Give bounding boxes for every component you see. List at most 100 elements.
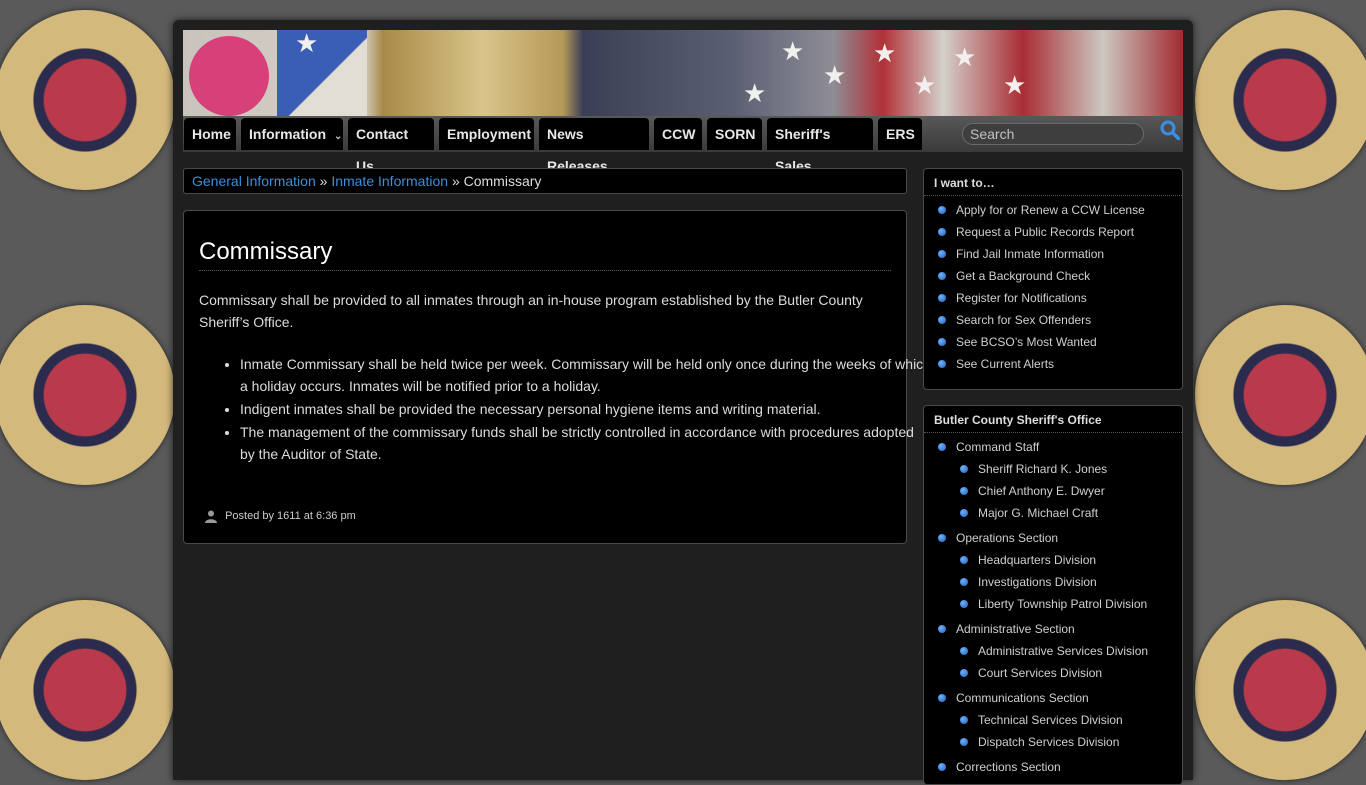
breadcrumb-current: Commissary bbox=[463, 173, 542, 189]
breadcrumb-inmate-information[interactable]: Inmate Information bbox=[331, 173, 448, 189]
sidebar-link[interactable]: Command Staff bbox=[924, 437, 1182, 459]
bullet-icon bbox=[938, 360, 946, 368]
sidebar-link-label: Find Jail Inmate Information bbox=[956, 247, 1105, 261]
background-seal-right-mid bbox=[1195, 305, 1366, 485]
sidebar-link[interactable]: Corrections Section bbox=[924, 757, 1182, 779]
search-input[interactable]: Search bbox=[962, 123, 1144, 145]
sidebar-link-label: Administrative Section bbox=[956, 622, 1075, 636]
sidebar-link[interactable]: Get a Background Check bbox=[924, 266, 1182, 288]
bullet-icon bbox=[938, 250, 946, 258]
bullet-icon bbox=[960, 465, 968, 473]
widget-title: I want to… bbox=[924, 169, 1182, 196]
post-meta: Posted by 1611 at 6:36 pm bbox=[204, 509, 356, 523]
sidebar-link-label: Communications Section bbox=[956, 691, 1089, 705]
sidebar-link-label: Dispatch Services Division bbox=[978, 735, 1120, 749]
background-seal-right-bottom bbox=[1195, 600, 1366, 780]
sidebar-link-label: Search for Sex Offenders bbox=[956, 313, 1092, 327]
sidebar-link-label: Technical Services Division bbox=[978, 713, 1123, 727]
sidebar-link-label: Request a Public Records Report bbox=[956, 225, 1135, 239]
nav-information-label: Information bbox=[249, 126, 326, 142]
sidebar-link-label: Register for Notifications bbox=[956, 291, 1087, 305]
nav-home[interactable]: Home bbox=[184, 118, 236, 150]
breadcrumb: General Information » Inmate Information… bbox=[183, 168, 907, 194]
post-author[interactable]: 1611 bbox=[277, 510, 301, 522]
nav-information[interactable]: Information ⌄ bbox=[241, 118, 343, 150]
sidebar-link[interactable]: Search for Sex Offenders bbox=[924, 310, 1182, 332]
sidebar-link[interactable]: Liberty Township Patrol Division bbox=[924, 594, 1182, 616]
bullet-icon bbox=[960, 578, 968, 586]
sidebar-link-label: Administrative Services Division bbox=[978, 644, 1149, 658]
star-icon: ★ bbox=[1003, 70, 1027, 100]
sidebar-link[interactable]: Administrative Section bbox=[924, 619, 1182, 641]
star-icon: ★ bbox=[823, 60, 847, 90]
list-item: Indigent inmates shall be provided the n… bbox=[240, 398, 932, 420]
sidebar-link[interactable]: Operations Section bbox=[924, 528, 1182, 550]
ohio-flag-field bbox=[277, 30, 367, 116]
sidebar-link-label: Sheriff Richard K. Jones bbox=[978, 462, 1108, 476]
nav-ccw[interactable]: CCW bbox=[654, 118, 702, 150]
sidebar-link[interactable]: Dispatch Services Division bbox=[924, 732, 1182, 754]
nav-news-releases[interactable]: News Releases bbox=[539, 118, 649, 174]
sidebar-link[interactable]: Investigations Division bbox=[924, 572, 1182, 594]
bullet-icon bbox=[960, 556, 968, 564]
star-icon: ★ bbox=[781, 36, 805, 66]
nav-contact-us[interactable]: Contact Us bbox=[348, 118, 434, 174]
star-icon: ★ bbox=[873, 38, 897, 68]
bullet-icon bbox=[960, 647, 968, 655]
sidebar-link[interactable]: Register for Notifications bbox=[924, 288, 1182, 310]
sidebar-link-label: See Current Alerts bbox=[956, 357, 1055, 371]
sidebar-link-label: Corrections Section bbox=[956, 760, 1061, 774]
sidebar-link[interactable]: See Current Alerts bbox=[924, 354, 1182, 376]
nav-sheriffs-sales[interactable]: Sheriff's Sales bbox=[767, 118, 873, 174]
article: Commissary Commissary shall be provided … bbox=[183, 210, 931, 544]
sidebar-link-label: Apply for or Renew a CCW License bbox=[956, 203, 1145, 217]
search-icon[interactable] bbox=[1160, 120, 1180, 140]
header-banner[interactable]: ★ ★ ★ ★ ★ ★ ★ ★ bbox=[183, 30, 1183, 116]
bullet-icon bbox=[960, 600, 968, 608]
widget-i-want-to: I want to… Apply for or Renew a CCW Lice… bbox=[923, 168, 1183, 390]
sidebar-link[interactable]: See BCSO’s Most Wanted bbox=[924, 332, 1182, 354]
nav-employment[interactable]: Employment bbox=[439, 118, 534, 150]
chevron-down-icon: ⌄ bbox=[334, 131, 343, 142]
background-seal-right-top bbox=[1195, 10, 1366, 190]
background-seal-left-mid bbox=[0, 305, 175, 485]
bullet-icon bbox=[938, 272, 946, 280]
widget-sheriffs-office: Butler County Sheriff's Office Command S… bbox=[923, 405, 1183, 785]
sidebar-link[interactable]: Apply for or Renew a CCW License bbox=[924, 200, 1182, 222]
sidebar-link[interactable]: Technical Services Division bbox=[924, 710, 1182, 732]
sidebar-link-label: Major G. Michael Craft bbox=[978, 506, 1099, 520]
sidebar-link[interactable]: Sheriff Richard K. Jones bbox=[924, 459, 1182, 481]
post-time: 6:36 pm bbox=[316, 509, 356, 522]
sidebar-link[interactable]: Communications Section bbox=[924, 688, 1182, 710]
bullet-icon bbox=[938, 763, 946, 771]
bullet-icon bbox=[938, 316, 946, 324]
sidebar-link-label: Liberty Township Patrol Division bbox=[978, 597, 1148, 611]
breadcrumb-general-information[interactable]: General Information bbox=[192, 173, 316, 189]
nav-sorn[interactable]: SORN bbox=[707, 118, 762, 150]
background-seal-left-bottom bbox=[0, 600, 175, 780]
sidebar-link[interactable]: Find Jail Inmate Information bbox=[924, 244, 1182, 266]
sidebar-link[interactable]: Headquarters Division bbox=[924, 550, 1182, 572]
bullet-icon bbox=[960, 487, 968, 495]
breadcrumb-separator: » bbox=[319, 173, 328, 189]
sidebar-link[interactable]: Court Services Division bbox=[924, 663, 1182, 685]
sidebar-link[interactable]: Administrative Services Division bbox=[924, 641, 1182, 663]
background-seal-left-top bbox=[0, 10, 175, 190]
list-item: The management of the commissary funds s… bbox=[240, 421, 932, 465]
bullet-icon bbox=[938, 625, 946, 633]
sidebar-link-label: Investigations Division bbox=[978, 575, 1097, 589]
sidebar-link-label: See BCSO’s Most Wanted bbox=[956, 335, 1097, 349]
page-container: ★ ★ ★ ★ ★ ★ ★ ★ Home Information ⌄ Contac… bbox=[173, 20, 1193, 785]
ohio-flag-circle bbox=[189, 36, 269, 116]
widget-title: Butler County Sheriff's Office bbox=[924, 406, 1182, 433]
sidebar-link[interactable]: Request a Public Records Report bbox=[924, 222, 1182, 244]
bullet-icon bbox=[938, 294, 946, 302]
sidebar-link[interactable]: Chief Anthony E. Dwyer bbox=[924, 481, 1182, 503]
sidebar-link[interactable]: Major G. Michael Craft bbox=[924, 503, 1182, 525]
page-title: Commissary bbox=[199, 238, 891, 271]
posted-by-label: Posted by bbox=[225, 509, 274, 522]
article-intro: Commissary shall be provided to all inma… bbox=[199, 292, 863, 330]
nav-ers[interactable]: ERS bbox=[878, 118, 922, 150]
star-icon: ★ bbox=[953, 42, 977, 72]
sidebar-link-label: Get a Background Check bbox=[956, 269, 1091, 283]
